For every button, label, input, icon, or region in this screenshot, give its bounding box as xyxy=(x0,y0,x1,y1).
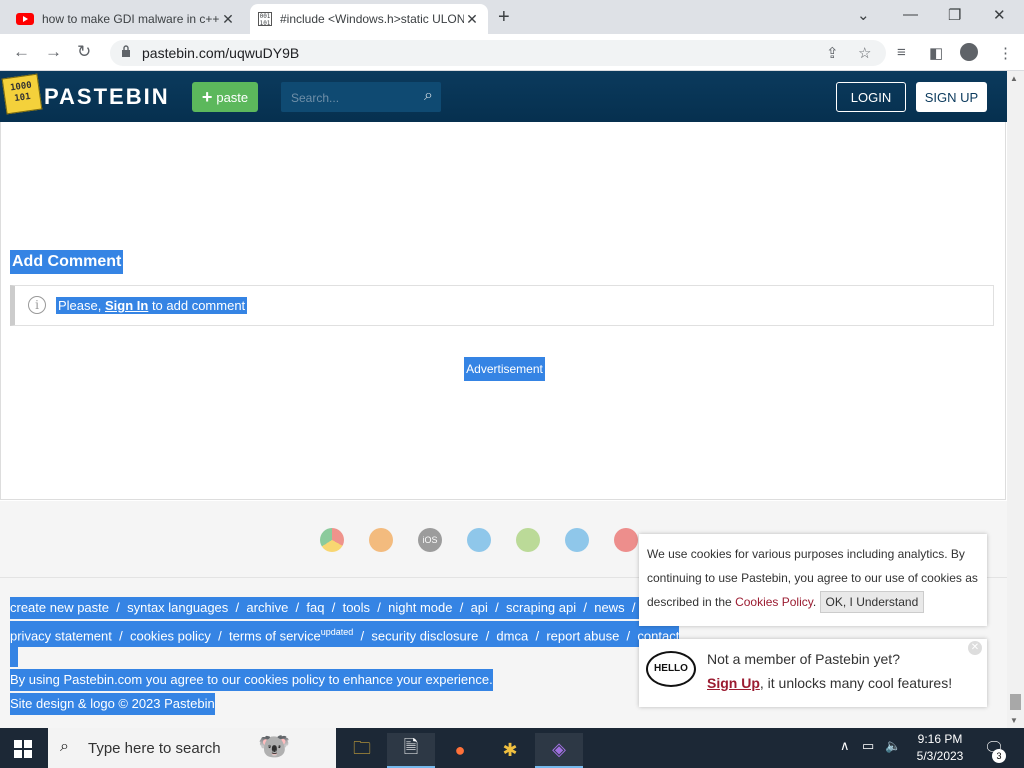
footer-link[interactable]: night mode xyxy=(388,600,452,615)
ios-app-icon[interactable]: iOS xyxy=(418,528,442,552)
search-box: ⌕ xyxy=(281,82,441,114)
sign-in-link[interactable]: Sign In xyxy=(105,298,148,313)
footer-link[interactable]: scraping api xyxy=(506,600,576,615)
scroll-up-icon[interactable]: ▲ xyxy=(1010,74,1018,83)
volume-icon[interactable]: 🔈 xyxy=(885,738,901,754)
cookie-accept-button[interactable]: OK, I Understand xyxy=(819,591,925,613)
login-button[interactable]: LOGIN xyxy=(836,82,906,112)
share-icon[interactable]: ⇪ xyxy=(826,44,839,62)
footer-link[interactable]: api xyxy=(471,600,488,615)
member-promo-line2: Sign Up, it unlocks many cool features! xyxy=(707,675,953,691)
cookies-policy-link[interactable]: Cookies Policy xyxy=(735,595,813,609)
minimize-icon[interactable]: — xyxy=(903,6,918,23)
signup-button[interactable]: SIGN UP xyxy=(916,82,987,112)
hello-bubble-icon: HELLO xyxy=(646,651,696,687)
forward-icon[interactable]: → xyxy=(45,42,62,62)
windows-start-icon[interactable] xyxy=(14,740,32,758)
lock-icon xyxy=(122,45,130,57)
comment-notice-text: Please, Sign In to add comment xyxy=(56,297,248,314)
profile-avatar-icon[interactable] xyxy=(960,43,978,61)
firefox-extension-icon[interactable] xyxy=(369,528,393,552)
mac-app-icon[interactable] xyxy=(565,528,589,552)
page-scrollbar[interactable] xyxy=(1007,71,1024,728)
close-tab-icon[interactable]: ✕ xyxy=(464,11,480,28)
footer-link[interactable]: news xyxy=(594,600,624,615)
pastebin-logo-icon[interactable]: 1000 101 xyxy=(1,73,43,115)
reading-list-icon[interactable]: ≡ xyxy=(897,44,906,61)
network-icon[interactable]: ▭ xyxy=(862,738,874,754)
new-paste-button[interactable]: + paste xyxy=(192,82,258,112)
close-popup-icon[interactable]: ✕ xyxy=(968,641,982,655)
tab-title: how to make GDI malware in c++ xyxy=(42,12,220,26)
footer-link[interactable]: security disclosure xyxy=(371,628,478,643)
member-promo-line1: Not a member of Pastebin yet? xyxy=(707,651,900,667)
search-input[interactable] xyxy=(289,82,413,114)
updated-badge: updated xyxy=(320,627,354,637)
search-icon[interactable]: ⌕ xyxy=(424,87,433,105)
footer-links-row2: privacy statement / cookies policy / ter… xyxy=(10,621,680,648)
firefox-icon[interactable]: ● xyxy=(436,733,484,768)
reload-icon[interactable]: ↻ xyxy=(77,42,91,62)
windows-app-icon[interactable] xyxy=(467,528,491,552)
tab-search-chevron-icon[interactable]: ⌄ xyxy=(857,6,870,24)
opera-extension-icon[interactable] xyxy=(614,528,638,552)
bee-app-icon[interactable]: ✱ xyxy=(486,733,534,768)
chrome-extension-icon[interactable] xyxy=(320,528,344,552)
footer-link[interactable]: tools xyxy=(343,600,370,615)
footer-blank-selection xyxy=(10,645,18,667)
footer-link[interactable]: report abuse xyxy=(546,628,619,643)
new-tab-icon[interactable]: + xyxy=(498,6,510,29)
browser-tab-youtube[interactable]: how to make GDI malware in c++ ✕ xyxy=(8,4,244,34)
tab-title: #include <Windows.h>static ULONGLONG xyxy=(280,12,464,26)
search-icon: ⌕ xyxy=(60,738,69,755)
scroll-down-icon[interactable]: ▼ xyxy=(1010,716,1018,725)
info-icon: i xyxy=(28,296,46,314)
restore-icon[interactable]: ❐ xyxy=(948,6,961,24)
add-comment-heading: Add Comment xyxy=(10,250,124,274)
cookie-consent-popup: We use cookies for various purposes incl… xyxy=(639,534,987,626)
plus-icon: + xyxy=(201,87,213,107)
new-paste-label: paste xyxy=(216,89,249,105)
clock-date: 5/3/2023 xyxy=(916,749,964,763)
close-tab-icon[interactable]: ✕ xyxy=(220,11,236,28)
file-explorer-icon[interactable]: 🗀 xyxy=(338,733,386,768)
footer-link[interactable]: privacy statement xyxy=(10,628,112,643)
back-icon[interactable]: ← xyxy=(13,42,30,62)
footer-copyright: Site design & logo © 2023 Pastebin xyxy=(10,693,215,715)
android-app-icon[interactable] xyxy=(516,528,540,552)
browser-tab-pastebin[interactable]: 001101 #include <Windows.h>static ULONGL… xyxy=(250,4,488,34)
footer-link[interactable]: cookies policy xyxy=(130,628,211,643)
footer-cookie-sentence: By using Pastebin.com you agree to our c… xyxy=(10,669,493,691)
notepad-icon[interactable]: 🗎 xyxy=(387,733,435,768)
taskbar-clock[interactable]: 9:16 PM 5/3/2023 xyxy=(900,731,980,765)
footer-link[interactable]: faq xyxy=(306,600,324,615)
scrollbar-thumb[interactable] xyxy=(1010,694,1021,710)
advertisement-label: Advertisement xyxy=(464,357,545,381)
close-window-icon[interactable]: ✕ xyxy=(993,6,1006,24)
footer-link[interactable]: terms of service xyxy=(229,628,321,643)
visual-studio-icon[interactable]: ◈ xyxy=(535,733,583,768)
url-text[interactable]: pastebin.com/uqwuDY9B xyxy=(142,45,299,61)
bookmark-star-icon[interactable]: ☆ xyxy=(858,44,871,62)
footer-link[interactable]: syntax languages xyxy=(127,600,228,615)
menu-kebab-icon[interactable]: ⋮ xyxy=(998,44,1013,62)
side-panel-icon[interactable]: ◧ xyxy=(929,44,943,62)
taskbar-search-placeholder: Type here to search xyxy=(88,740,221,757)
tray-chevron-up-icon[interactable]: ∧ xyxy=(840,738,850,754)
footer-links-row1: create new paste / syntax languages / ar… xyxy=(10,597,640,619)
member-signup-link[interactable]: Sign Up xyxy=(707,675,760,691)
footer-link[interactable]: dmca xyxy=(496,628,528,643)
youtube-icon xyxy=(16,13,34,25)
clock-time: 9:16 PM xyxy=(917,732,963,746)
footer-link[interactable]: archive xyxy=(246,600,288,615)
pastebin-favicon-icon: 001 101 xyxy=(258,12,272,27)
footer-link[interactable]: create new paste xyxy=(10,600,109,615)
pastebin-logo-text[interactable]: PASTEBIN xyxy=(44,84,170,110)
koala-search-highlight-icon: 🐨 xyxy=(258,731,291,761)
notification-count-badge: 3 xyxy=(992,749,1006,763)
